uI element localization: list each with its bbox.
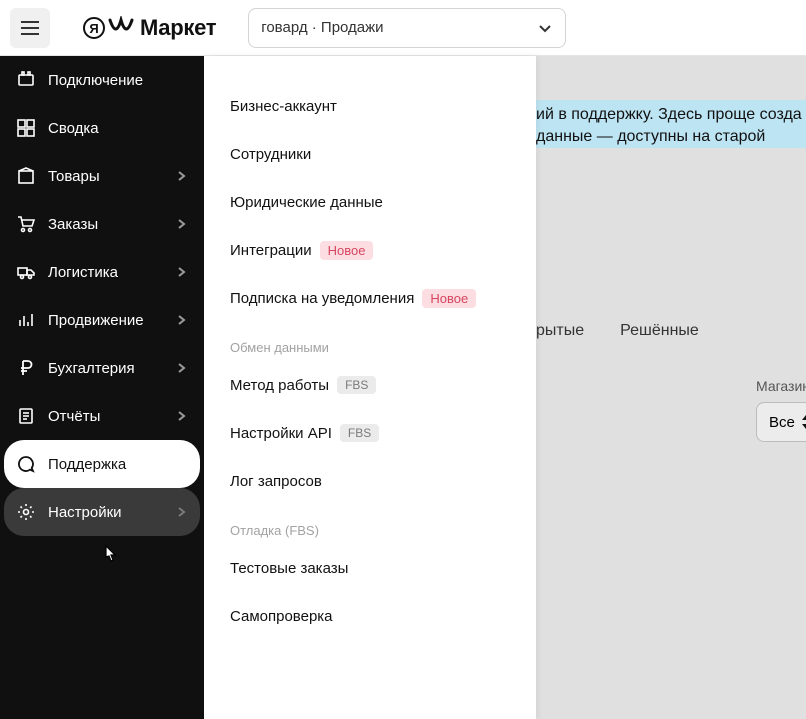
filter-shops-label: Магазины — [756, 378, 806, 394]
chevron-down-icon — [537, 20, 553, 36]
tab-open[interactable]: рытые — [536, 322, 584, 340]
sidebar-item-reports[interactable]: Отчёты — [4, 392, 200, 440]
svg-text:Я: Я — [89, 21, 98, 36]
sidebar-item-label: Продвижение — [48, 312, 174, 329]
sidebar-item-support[interactable]: Поддержка — [4, 440, 200, 488]
truck-icon — [16, 263, 36, 281]
flyout-work-method[interactable]: Метод работыFBS — [204, 361, 536, 409]
sidebar: Подключение Сводка Товары Заказы Логисти… — [0, 56, 204, 719]
filter-shops-select[interactable]: Все — [756, 402, 806, 442]
logo-text: Маркет — [140, 15, 216, 41]
sidebar-item-label: Логистика — [48, 264, 174, 281]
badge-fbs: FBS — [337, 376, 376, 394]
status-tabs: рытые Решённые — [536, 322, 699, 340]
account-selector[interactable]: говард · Продажи — [248, 8, 566, 48]
filter-shops-value: Все — [769, 414, 795, 431]
badge-new: Новое — [320, 241, 374, 260]
sidebar-item-label: Товары — [48, 168, 174, 185]
sidebar-item-promotion[interactable]: Продвижение — [4, 296, 200, 344]
sidebar-item-label: Сводка — [48, 120, 188, 137]
badge-fbs: FBS — [340, 424, 379, 442]
flyout-integrations[interactable]: ИнтеграцииНовое — [204, 226, 536, 274]
info-banner: ий в поддержку. Здесь проще созда данные… — [536, 100, 806, 148]
filters-row: Магазины Все Почта автора — [536, 378, 806, 442]
flyout-request-log[interactable]: Лог запросов — [204, 457, 536, 505]
flyout-self-check[interactable]: Самопроверка — [204, 592, 536, 640]
chevron-right-icon — [174, 409, 188, 423]
flyout-api-settings[interactable]: Настройки APIFBS — [204, 409, 536, 457]
plug-icon — [16, 71, 36, 89]
banner-text-line1: ий в поддержку. Здесь проще созда — [536, 106, 802, 123]
flyout-legal[interactable]: Юридические данные — [204, 178, 536, 226]
sidebar-item-label: Заказы — [48, 216, 174, 233]
flyout-business-account[interactable]: Бизнес-аккаунт — [204, 82, 536, 130]
header: Я Маркет говард · Продажи — [0, 0, 806, 56]
promo-icon — [16, 311, 36, 329]
chevron-right-icon — [174, 313, 188, 327]
hamburger-icon — [21, 21, 39, 35]
sidebar-item-accounting[interactable]: Бухгалтерия — [4, 344, 200, 392]
logo[interactable]: Я Маркет — [82, 15, 216, 41]
sidebar-item-label: Настройки — [48, 504, 174, 521]
settings-flyout: Бизнес-аккаунт Сотрудники Юридические да… — [204, 56, 536, 719]
dashboard-icon — [16, 119, 36, 137]
flyout-notifications[interactable]: Подписка на уведомленияНовое — [204, 274, 536, 322]
sidebar-item-logistics[interactable]: Логистика — [4, 248, 200, 296]
chat-icon — [16, 455, 36, 473]
banner-text-line2: данные — доступны на старой стран — [536, 128, 765, 148]
sidebar-item-connection[interactable]: Подключение — [4, 56, 200, 104]
sidebar-item-products[interactable]: Товары — [4, 152, 200, 200]
chevron-right-icon — [174, 265, 188, 279]
flyout-test-orders[interactable]: Тестовые заказы — [204, 544, 536, 592]
box-icon — [16, 167, 36, 185]
flyout-section-debug: Отладка (FBS) — [204, 505, 536, 544]
badge-new: Новое — [422, 289, 476, 308]
sidebar-item-label: Отчёты — [48, 408, 174, 425]
sidebar-item-label: Бухгалтерия — [48, 360, 174, 377]
sidebar-item-orders[interactable]: Заказы — [4, 200, 200, 248]
sort-icon — [801, 415, 806, 429]
logo-mark: Я — [82, 16, 134, 40]
chevron-right-icon — [174, 505, 188, 519]
chevron-right-icon — [174, 361, 188, 375]
sidebar-item-settings[interactable]: Настройки — [4, 488, 200, 536]
tab-resolved[interactable]: Решённые — [620, 322, 699, 340]
sidebar-item-summary[interactable]: Сводка — [4, 104, 200, 152]
flyout-section-data-exchange: Обмен данными — [204, 322, 536, 361]
chevron-right-icon — [174, 217, 188, 231]
gear-icon — [16, 503, 36, 521]
account-selector-value: говард · Продажи — [261, 19, 537, 36]
flyout-employees[interactable]: Сотрудники — [204, 130, 536, 178]
sidebar-item-label: Подключение — [48, 72, 188, 89]
cart-icon — [16, 215, 36, 233]
menu-button[interactable] — [10, 8, 50, 48]
chevron-right-icon — [174, 169, 188, 183]
report-icon — [16, 407, 36, 425]
ruble-icon — [16, 359, 36, 377]
sidebar-item-label: Поддержка — [48, 456, 188, 473]
